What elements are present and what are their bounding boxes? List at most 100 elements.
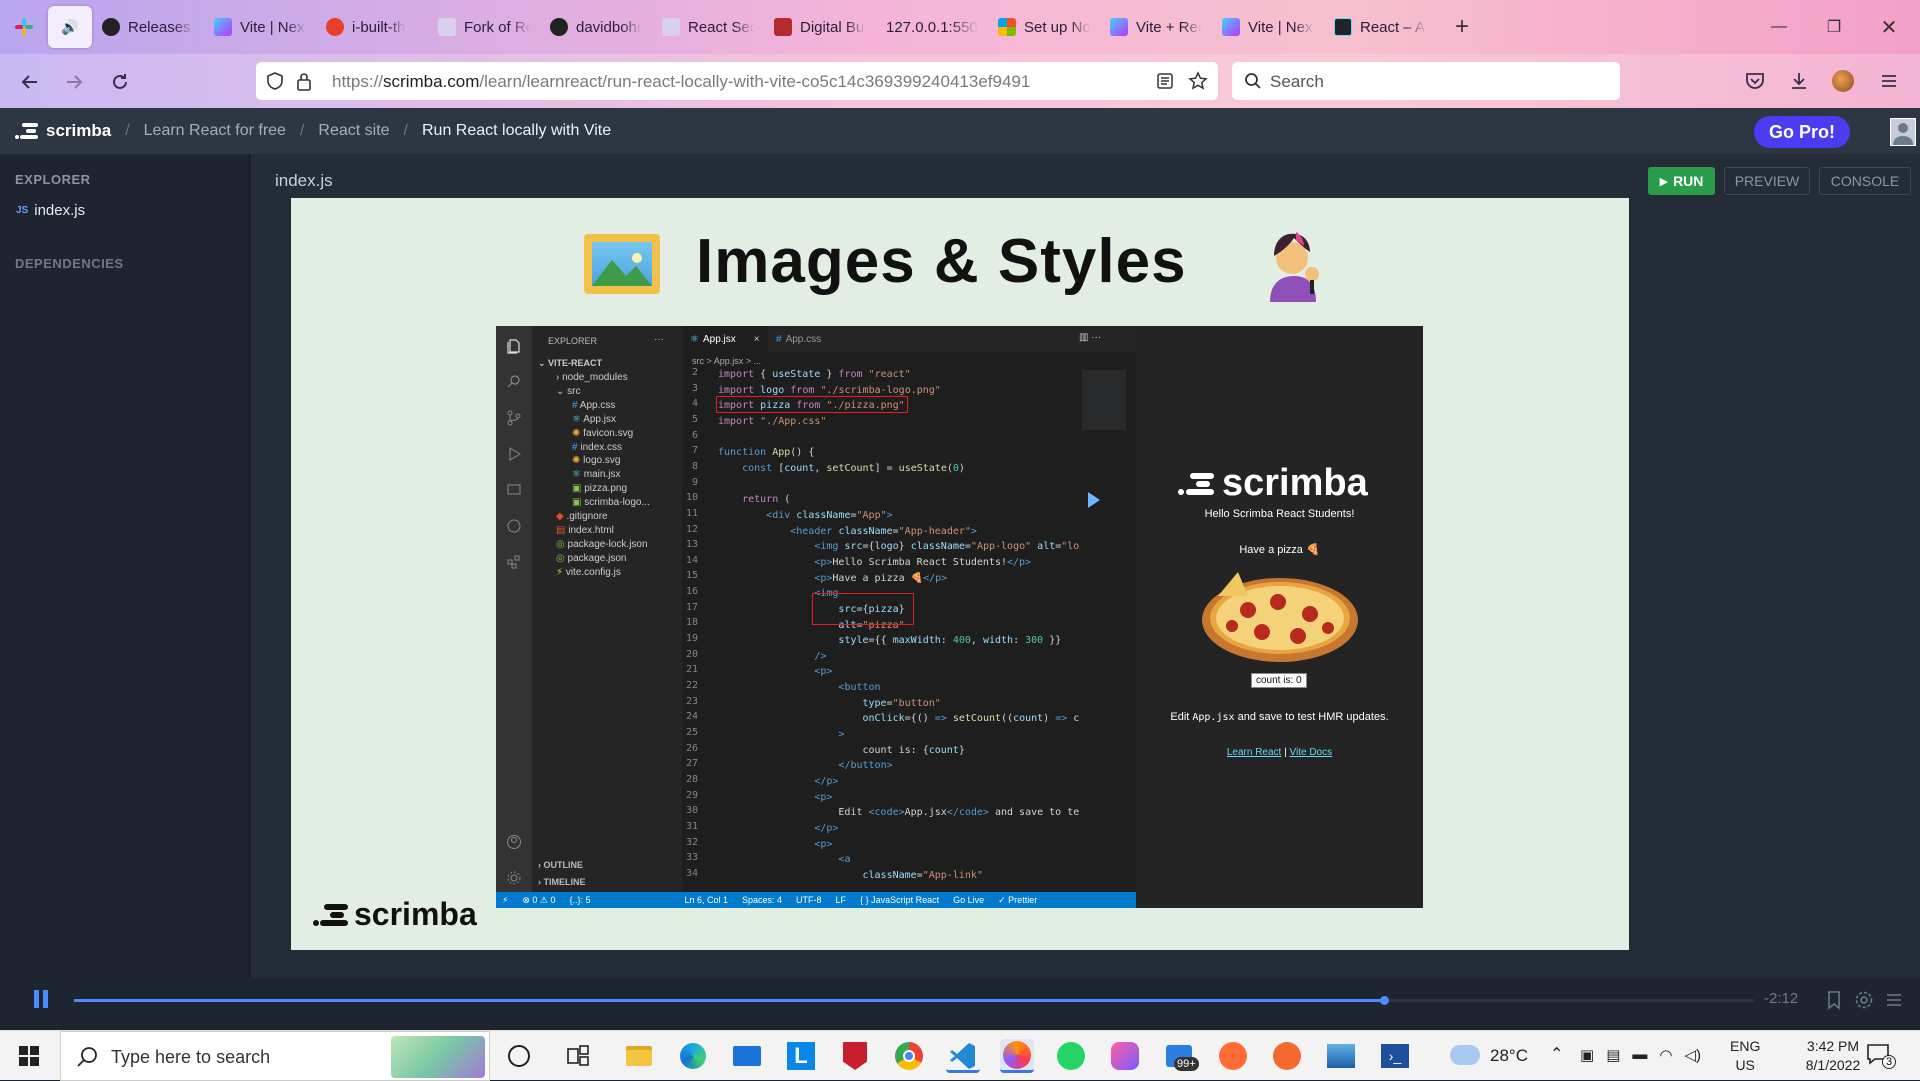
app-l-icon[interactable]: L — [784, 1039, 818, 1073]
tab-audio[interactable]: 🔊 — [48, 6, 92, 48]
hamburger-menu-icon[interactable] — [1878, 70, 1900, 92]
scrimba-logo[interactable]: scrimba — [14, 121, 111, 141]
line-number: 14 — [685, 554, 698, 566]
line-number: 8 — [691, 460, 698, 472]
browser-tab[interactable]: Fork of Rea — [428, 6, 540, 48]
lock-icon — [297, 73, 311, 91]
taskbar-search-box[interactable]: Type here to search — [60, 1031, 490, 1081]
pocket-icon[interactable] — [1744, 70, 1766, 92]
tab-title: React Secti — [688, 18, 754, 36]
action-center-icon[interactable]: 3 — [1866, 1043, 1896, 1069]
line-number: 32 — [685, 836, 698, 848]
browser-tab[interactable]: davidbohn — [540, 6, 652, 48]
vite-icon — [1222, 18, 1240, 36]
powershell-icon[interactable]: ›_ — [1378, 1039, 1412, 1073]
codesandbox-icon — [438, 18, 456, 36]
volume-icon[interactable]: ◁) — [1684, 1046, 1701, 1064]
postman-icon[interactable] — [1216, 1039, 1250, 1073]
vscode-taskbar-icon[interactable] — [946, 1039, 980, 1073]
download-icon[interactable] — [1788, 70, 1810, 92]
clock[interactable]: 3:42 PM 8/1/2022 — [1788, 1037, 1878, 1075]
language-indicator[interactable]: ENG US — [1730, 1037, 1760, 1075]
edge-icon[interactable] — [676, 1039, 710, 1073]
browser-tab[interactable]: Vite | Next — [204, 6, 316, 48]
cortana-icon[interactable] — [508, 1045, 530, 1067]
windows-start-icon[interactable] — [19, 1046, 39, 1066]
notification-app-icon[interactable]: 99+ — [1162, 1039, 1199, 1073]
back-button[interactable] — [14, 66, 46, 98]
feather-app-icon[interactable] — [1270, 1039, 1304, 1073]
browser-tab[interactable]: Vite | Next — [1212, 6, 1324, 48]
extension-avatar-icon[interactable] — [1832, 70, 1854, 92]
search-box[interactable]: Search — [1232, 62, 1620, 100]
vscode-file-item: ◎ package-lock.json — [556, 538, 648, 550]
mcafee-icon[interactable] — [838, 1039, 872, 1073]
browser-tab[interactable]: React Secti — [652, 6, 764, 48]
wifi-icon[interactable]: ◠ — [1659, 1046, 1672, 1064]
progress-handle[interactable] — [1380, 996, 1389, 1005]
browser-tab[interactable]: 127.0.0.1:5500/ — [876, 6, 988, 48]
settings-icon[interactable] — [1854, 990, 1874, 1010]
line-number: 25 — [685, 726, 698, 738]
browser-tab[interactable]: Set up Noc — [988, 6, 1100, 48]
file-item-index-js[interactable]: JS index.js — [0, 198, 250, 222]
temperature[interactable]: 28°C — [1490, 1046, 1528, 1066]
slide-title: Images & Styles — [696, 227, 1187, 296]
mail-icon[interactable] — [730, 1039, 764, 1073]
microsoft-icon — [998, 18, 1016, 36]
reader-view-icon[interactable] — [1156, 72, 1174, 90]
weather-icon[interactable] — [1450, 1045, 1480, 1065]
chrome-icon[interactable] — [892, 1039, 926, 1073]
pause-icon[interactable] — [34, 990, 39, 1008]
vscode-file-item: ▣ pizza.png — [572, 483, 628, 495]
restore-button[interactable]: ❐ — [1811, 0, 1857, 54]
firefox-taskbar-icon[interactable] — [1000, 1039, 1034, 1073]
forward-button[interactable] — [58, 66, 90, 98]
task-view-icon[interactable] — [566, 1045, 590, 1067]
tab-title: React – A J — [1360, 18, 1426, 36]
list-icon[interactable] — [1884, 990, 1904, 1010]
code-block: import { useState } from "react" import … — [718, 369, 1080, 881]
user-avatar[interactable] — [1890, 118, 1916, 146]
browser-tab[interactable]: React – A J — [1324, 6, 1436, 48]
tray-cam-icon[interactable]: ▤ — [1606, 1046, 1620, 1064]
line-number: 13 — [685, 539, 698, 551]
line-number: 17 — [685, 601, 698, 613]
bookmark-icon[interactable] — [1826, 990, 1842, 1010]
vscode-file-item: ◎ package.json — [556, 552, 627, 564]
chrome-ext-icon — [326, 18, 344, 36]
close-window-button[interactable]: ✕ — [1866, 0, 1912, 54]
browser-tab[interactable]: Digital Bus — [764, 6, 876, 48]
browser-tab[interactable]: Releases · c — [92, 6, 204, 48]
react-icon — [1334, 18, 1352, 36]
reload-button[interactable] — [104, 66, 136, 98]
chevron-up-icon[interactable]: ⌃ — [1550, 1044, 1563, 1064]
breadcrumb-section[interactable]: React site — [318, 122, 389, 140]
preview-button[interactable]: PREVIEW — [1724, 167, 1810, 195]
tray-app-icon[interactable]: ▣ — [1580, 1046, 1594, 1064]
firefox-view-button[interactable] — [0, 0, 48, 54]
photos-icon[interactable] — [1324, 1039, 1358, 1073]
browser-tab-bar: 🔊 Releases · c Vite | Next i-built-th Fork … — [0, 0, 1920, 54]
console-button[interactable]: CONSOLE — [1819, 167, 1911, 195]
scrimba-logo-text: scrimba — [46, 121, 112, 140]
file-explorer-icon[interactable] — [622, 1039, 656, 1073]
new-tab-button[interactable]: + — [1442, 7, 1482, 47]
browser-tab[interactable]: i-built-th — [316, 6, 428, 48]
slack-like-icon — [15, 18, 33, 36]
minimize-button[interactable]: — — [1756, 0, 1802, 54]
music-app-icon[interactable] — [1108, 1039, 1142, 1073]
breadcrumb-course[interactable]: Learn React for free — [144, 122, 286, 140]
browser-tab[interactable]: Vite + Reac — [1100, 6, 1212, 48]
preview-count-button: count is: 0 — [1251, 673, 1307, 688]
singer-emoji-icon — [1258, 226, 1328, 302]
battery-icon[interactable]: ▬ — [1632, 1046, 1647, 1064]
run-button[interactable]: ▶ RUN — [1648, 167, 1715, 195]
url-bar[interactable]: https://scrimba.com/learn/learnreact/run… — [256, 62, 1218, 100]
whatsapp-icon[interactable] — [1054, 1039, 1088, 1073]
star-icon[interactable] — [1188, 71, 1208, 91]
editor-tab[interactable]: index.js — [275, 171, 333, 191]
go-pro-button[interactable]: Go Pro! — [1754, 116, 1850, 148]
dependencies-heading[interactable]: DEPENDENCIES — [15, 256, 124, 271]
scrimba-logo-icon — [1178, 472, 1214, 495]
